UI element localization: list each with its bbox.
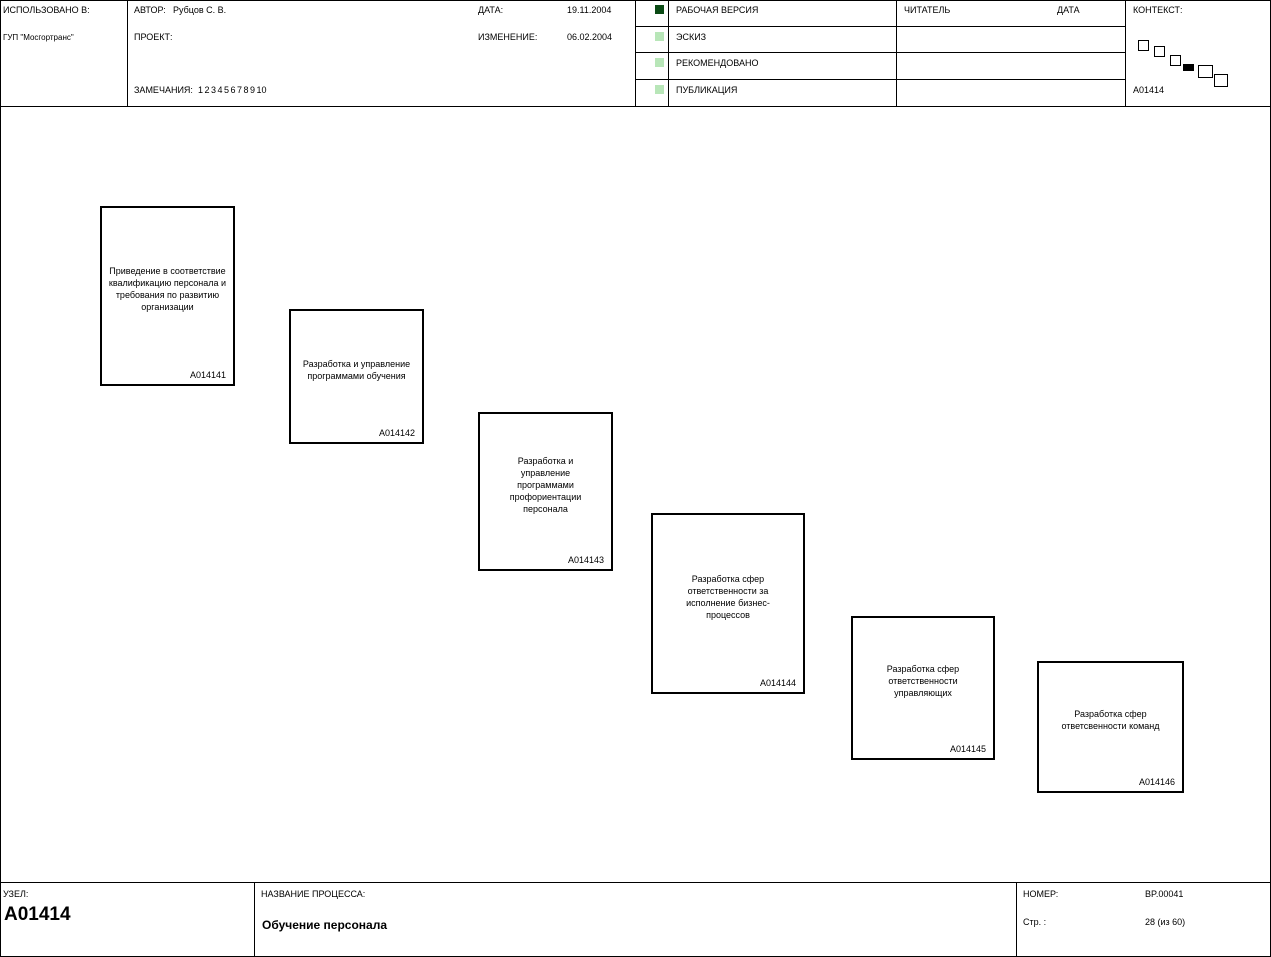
activity-box-label: Разработка сфер ответсвенности команд <box>1061 709 1160 731</box>
header-divider <box>127 0 128 106</box>
activity-box-number: A014142 <box>378 428 415 438</box>
activity-box-label: Разработка сфер ответственности управляю… <box>886 664 960 698</box>
activity-box[interactable]: Разработка сфер ответственности управляю… <box>851 616 995 760</box>
number-value: BP.00041 <box>1145 889 1184 899</box>
notes-numbers: 1 2 3 4 5 6 7 8 9 10 <box>198 85 267 95</box>
context-node <box>1214 74 1228 87</box>
activity-box[interactable]: Разработка и управление программами обуч… <box>289 309 424 444</box>
change-label: ИЗМЕНЕНИЕ: <box>478 32 538 42</box>
reader-date-label: ДАТА <box>1057 5 1080 15</box>
activity-box[interactable]: Приведение в соответствие квалификацию п… <box>100 206 235 386</box>
process-name-value: Обучение персонала <box>262 918 388 932</box>
status-label-recommended: РЕКОМЕНДОВАНО <box>676 58 759 68</box>
header-divider <box>668 0 669 106</box>
activity-box[interactable]: Разработка сфер ответсвенности команд A0… <box>1037 661 1184 793</box>
context-node <box>1198 65 1213 78</box>
activity-box-label: Приведение в соответствие квалификацию п… <box>108 266 227 312</box>
activity-box-number: A014145 <box>949 744 986 754</box>
context-node-current <box>1183 64 1194 71</box>
status-checkbox-working[interactable] <box>655 5 664 14</box>
notes-label: ЗАМЕЧАНИЯ: <box>134 85 193 95</box>
author-value: Рубцов С. В. <box>173 5 227 15</box>
activity-box-number: A014143 <box>567 555 604 565</box>
status-checkbox-publication[interactable] <box>655 85 664 94</box>
activity-box-label: Разработка и управление программами проф… <box>509 455 582 514</box>
node-label: УЗЕЛ: <box>3 889 29 899</box>
used-at-value: ГУП "Мосгортранс" <box>3 33 74 42</box>
activity-box-number: A014146 <box>1138 777 1175 787</box>
date-label: ДАТА: <box>478 5 504 15</box>
reader-label: ЧИТАТЕЛЬ <box>904 5 951 15</box>
header-divider <box>635 0 636 106</box>
status-row-rule <box>636 26 1125 27</box>
status-row-rule <box>636 52 1125 53</box>
context-node <box>1154 46 1165 57</box>
footer-top-rule <box>0 882 1271 883</box>
activity-box-label: Разработка сфер ответственности за испол… <box>686 573 770 620</box>
context-node <box>1138 40 1149 51</box>
footer-divider <box>1016 882 1017 957</box>
activity-box-label: Разработка и управление программами обуч… <box>302 358 411 381</box>
context-node-label: A01414 <box>1133 85 1165 95</box>
status-label-sketch: ЭСКИЗ <box>676 32 707 42</box>
activity-box-number: A014144 <box>759 678 796 688</box>
status-row-rule <box>636 79 1125 80</box>
node-value: A01414 <box>4 904 71 925</box>
status-checkbox-sketch[interactable] <box>655 32 664 41</box>
page-value: 28 (из 60) <box>1145 917 1186 927</box>
used-at-label: ИСПОЛЬЗОВАНО В: <box>3 5 90 15</box>
process-name-label: НАЗВАНИЕ ПРОЦЕССА: <box>261 889 366 899</box>
activity-box-number: A014141 <box>189 370 226 380</box>
footer-divider <box>254 882 255 957</box>
header-divider <box>1125 0 1126 106</box>
number-label: НОМЕР: <box>1023 889 1059 899</box>
page-label: Стр. : <box>1023 917 1047 927</box>
project-label: ПРОЕКТ: <box>134 32 173 42</box>
context-node <box>1170 55 1181 66</box>
change-value: 06.02.2004 <box>567 32 613 42</box>
date-value: 19.11.2004 <box>567 5 612 15</box>
activity-box[interactable]: Разработка сфер ответственности за испол… <box>651 513 805 694</box>
activity-box[interactable]: Разработка и управление программами проф… <box>478 412 613 571</box>
status-label-publication: ПУБЛИКАЦИЯ <box>676 85 738 95</box>
status-checkbox-recommended[interactable] <box>655 58 664 67</box>
author-label: АВТОР: <box>134 5 166 15</box>
status-label-working: РАБОЧАЯ ВЕРСИЯ <box>676 5 759 15</box>
header-divider <box>896 0 897 106</box>
page-frame <box>0 0 1271 957</box>
header-bottom-rule <box>0 106 1271 107</box>
context-label: КОНТЕКСТ: <box>1133 5 1183 15</box>
